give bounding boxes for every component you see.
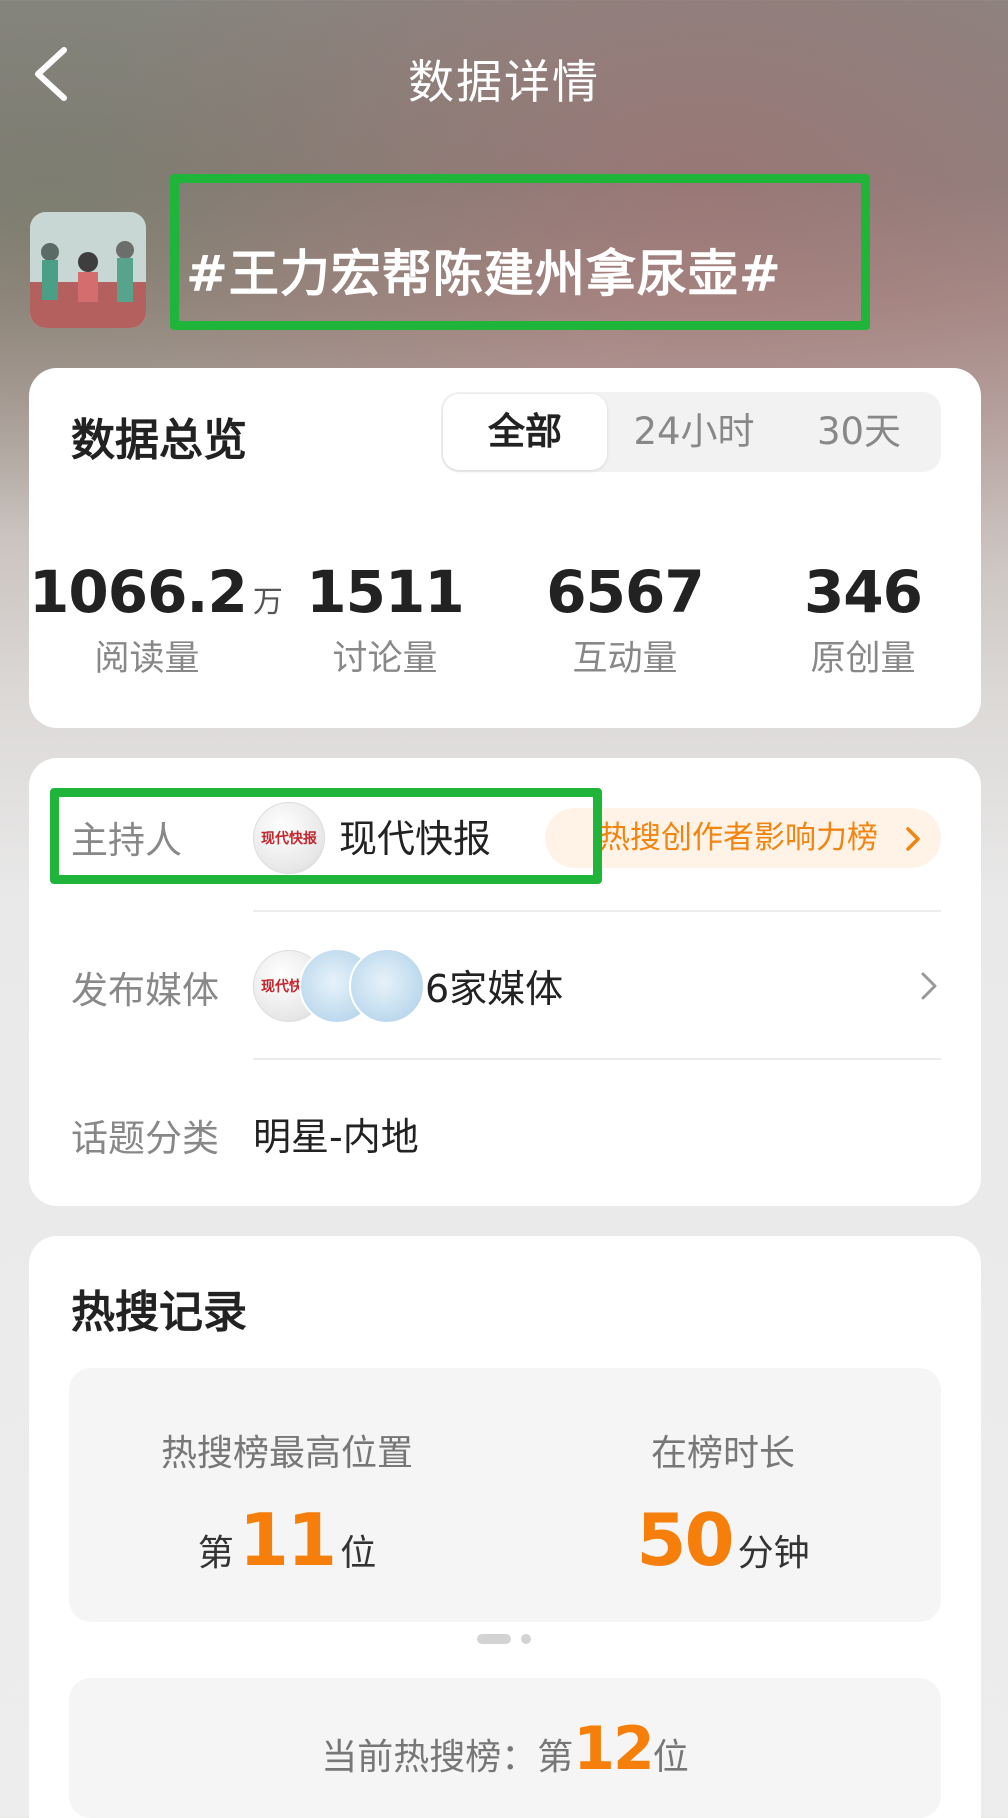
pager-dot-active [477,1634,511,1644]
stat-originals-label: 原创量 [810,639,916,679]
current-rank-box: 当前热搜榜：第12位 [69,1678,941,1818]
highlight-box-host [50,788,602,884]
stat-discussions: 1511 讨论量 [265,558,505,681]
divider [253,1058,941,1060]
media-count[interactable]: 6家媒体 [425,958,563,1013]
stat-interactions-label: 互动量 [572,639,678,679]
duration-label: 在榜时长 [650,1433,795,1474]
stat-discussions-label: 讨论量 [332,639,438,679]
media-avatar-3 [349,948,425,1024]
hot-search-card: 热搜记录 热搜榜最高位置 第 11 位 在榜时长 50 分钟 当前热搜榜：第12… [29,1236,981,1818]
pager-dot [521,1634,531,1644]
divider [253,910,941,912]
stat-discussions-value: 1511 [306,558,464,626]
stat-reads-label: 阅读量 [94,639,200,679]
media-label: 发布媒体 [71,969,219,1012]
peak-position: 第 11 位 [197,1498,377,1582]
hot-search-title: 热搜记录 [71,1287,247,1338]
duration-value: 50 [636,1498,734,1582]
stat-reads-value: 1066.2 [29,558,248,626]
creator-rank-label: 热搜创作者影响力榜 [599,820,878,856]
tab-all[interactable]: 全部 [443,394,607,470]
chevron-right-icon[interactable] [919,970,939,1002]
page-title: 数据详情 [408,55,600,109]
time-range-tabs: 全部 24小时 30天 [441,392,941,472]
creator-rank-link[interactable]: 热搜创作者影响力榜 [545,808,941,868]
chevron-right-icon [906,827,920,851]
current-rank-value: 12 [573,1714,654,1784]
duration: 50 分钟 [636,1498,810,1582]
category-value: 明星-内地 [253,1115,419,1159]
topic-thumbnail [30,212,146,328]
tab-24h[interactable]: 24小时 [611,392,777,472]
peak-label: 热搜榜最高位置 [160,1433,413,1474]
nav-bar: 数据详情 [0,0,1008,150]
highlight-box-topic [170,174,870,330]
hot-search-stats: 热搜榜最高位置 第 11 位 在榜时长 50 分钟 [69,1368,941,1622]
tab-30d[interactable]: 30天 [777,392,941,472]
peak-value: 11 [238,1498,337,1582]
stat-interactions: 6567 互动量 [505,558,745,681]
category-label: 话题分类 [71,1117,219,1160]
stat-reads: 1066.2 万 阅读量 [29,558,283,681]
stat-interactions-value: 6567 [546,558,704,626]
overview-title: 数据总览 [71,415,247,466]
stat-originals-value: 346 [803,558,923,626]
stat-originals: 346 原创量 [745,558,981,681]
current-rank: 当前热搜榜：第12位 [321,1714,689,1784]
overview-card: 数据总览 全部 24小时 30天 1066.2 万 阅读量 1511 讨论量 65… [29,368,981,728]
